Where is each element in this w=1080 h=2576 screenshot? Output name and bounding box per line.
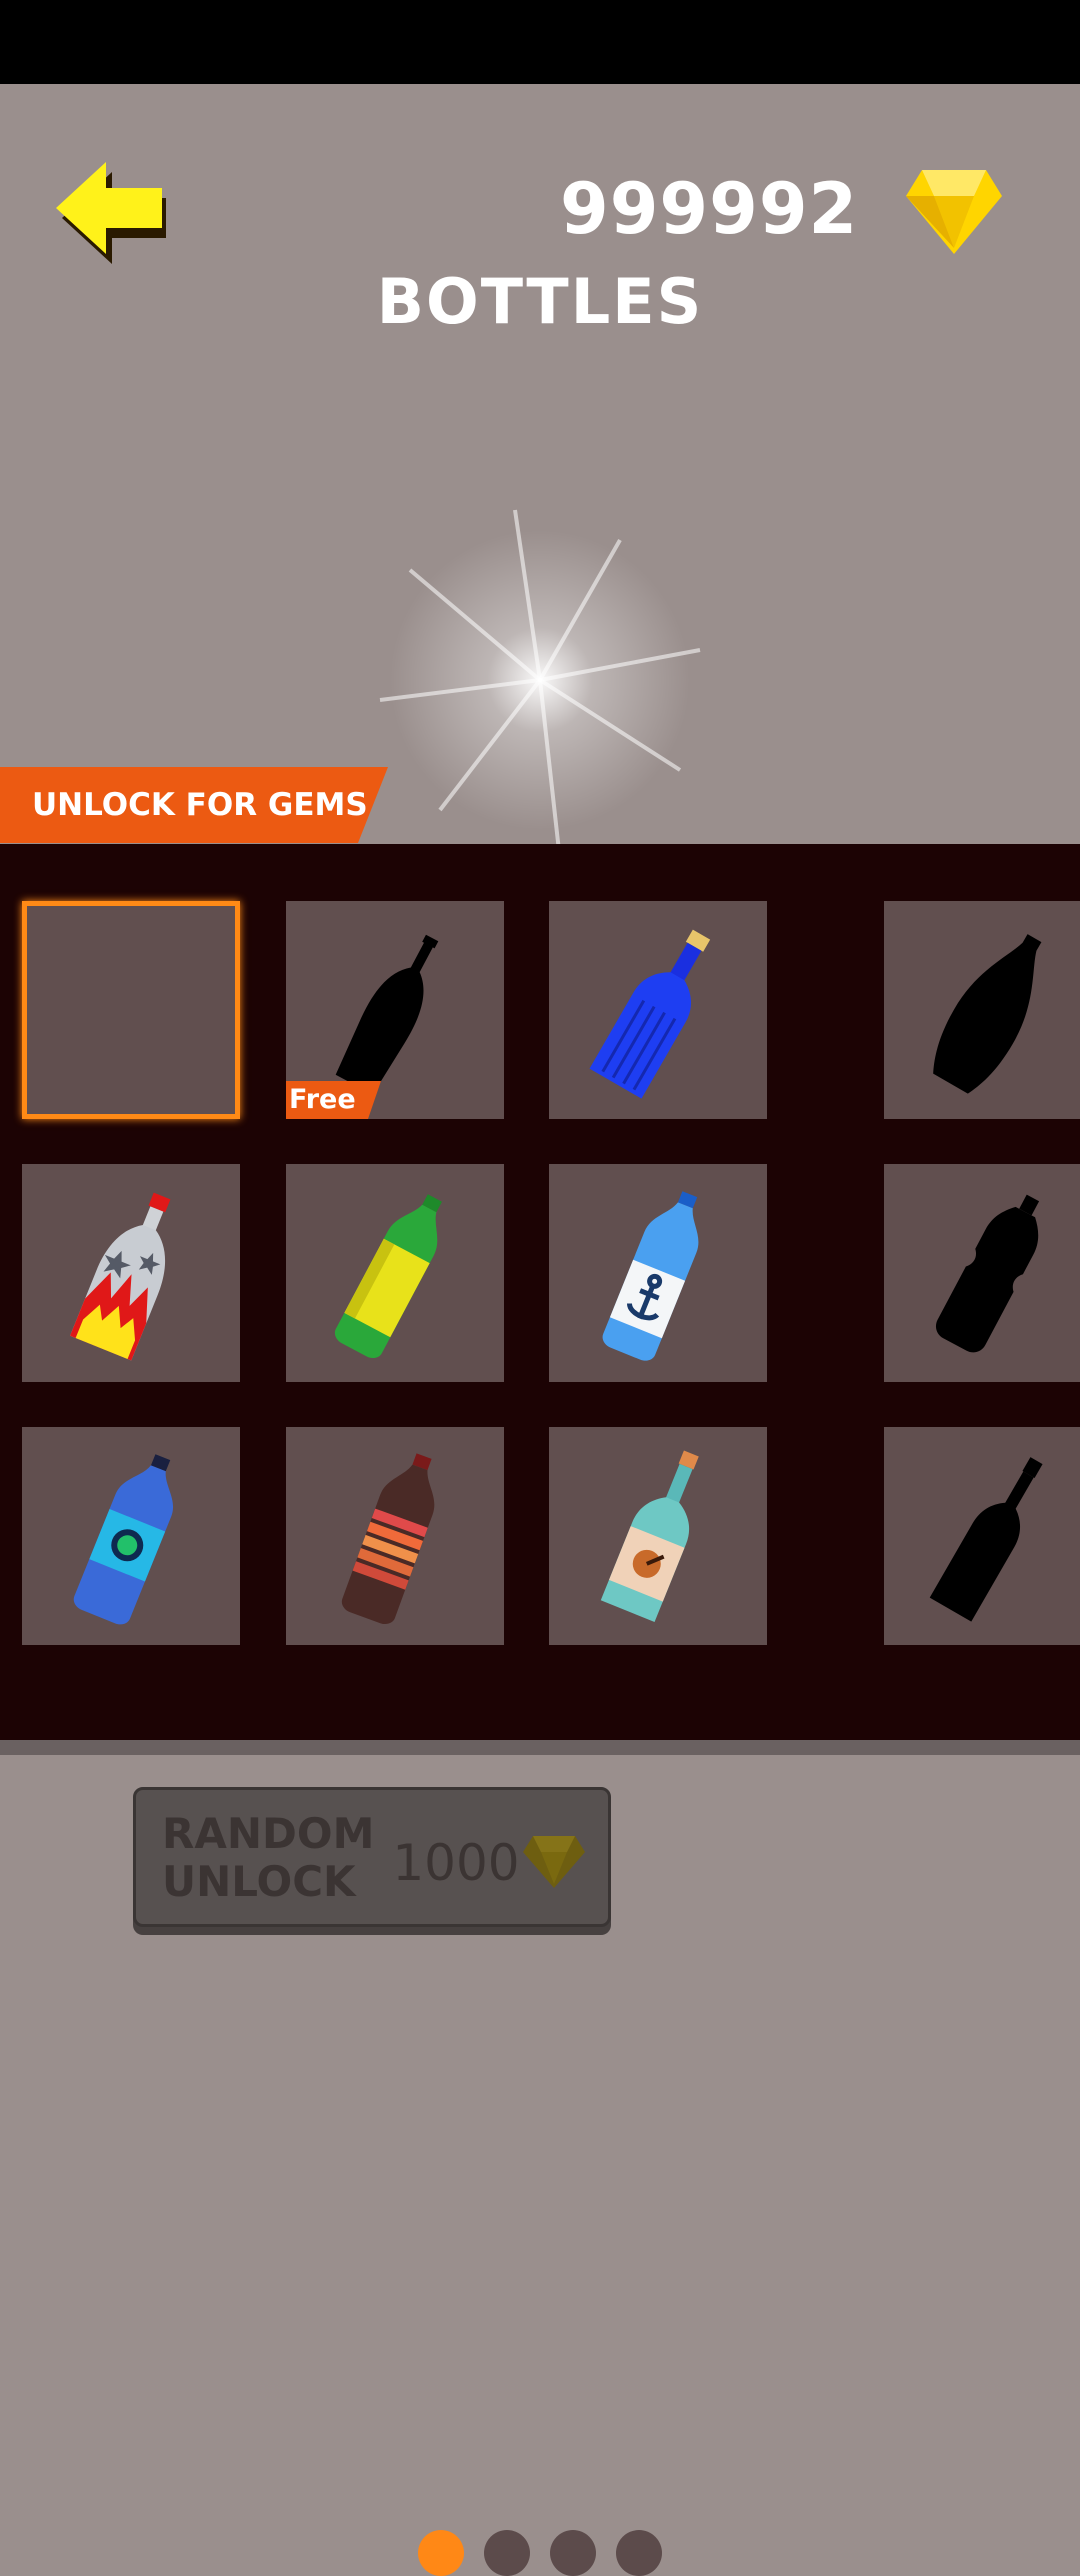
free-tag-label: Free bbox=[289, 1084, 356, 1115]
page-title: BOTTLES bbox=[376, 265, 704, 338]
anchor-water-bottle-icon bbox=[602, 1191, 699, 1361]
bottle-tile-empty[interactable] bbox=[22, 901, 240, 1119]
bottle-tile-blue-logo[interactable] bbox=[22, 1427, 240, 1645]
brown-striped-bottle-icon bbox=[341, 1453, 435, 1625]
blue-cork-bottle-icon bbox=[589, 929, 711, 1099]
gem-balance: 999992 bbox=[560, 168, 859, 250]
page-dot-1[interactable] bbox=[418, 2530, 464, 2576]
random-unlock-label: RANDOM UNLOCK bbox=[162, 1809, 375, 1906]
bottle-tile-blue-cork[interactable] bbox=[549, 901, 767, 1119]
locked-bottle-silhouette-icon bbox=[933, 934, 1042, 1094]
blue-logo-bottle-icon bbox=[73, 1454, 173, 1625]
bottle-tile-locked-bowling[interactable] bbox=[884, 901, 1080, 1119]
bottle-grid-panel: Free bbox=[0, 844, 1080, 2576]
unlock-banner-label: UNLOCK FOR GEMS bbox=[32, 787, 368, 823]
back-arrow-icon bbox=[56, 162, 166, 264]
free-tag: Free bbox=[286, 1081, 381, 1119]
back-arrow-button[interactable] bbox=[54, 152, 172, 270]
bottle-tile-brown-striped[interactable] bbox=[286, 1427, 504, 1645]
bottle-tile-teal-label[interactable] bbox=[549, 1427, 767, 1645]
bottle-tile-locked-wine[interactable]: Free bbox=[286, 901, 504, 1119]
rocket-flame-bottle-icon bbox=[70, 1192, 171, 1361]
page-dot-4[interactable] bbox=[616, 2530, 662, 2576]
page-dot-3[interactable] bbox=[550, 2530, 596, 2576]
page-dot-2[interactable] bbox=[484, 2530, 530, 2576]
bottle-tile-anchor[interactable] bbox=[549, 1164, 767, 1382]
locked-bottle-silhouette-icon bbox=[936, 1194, 1040, 1353]
gem-icon bbox=[904, 168, 1004, 258]
bottle-tile-rocket[interactable] bbox=[22, 1164, 240, 1382]
bottle-tile-locked-sports[interactable] bbox=[884, 1164, 1080, 1382]
bottle-tile-locked-slim[interactable] bbox=[884, 1427, 1080, 1645]
gem-icon bbox=[521, 1834, 587, 1890]
bottle-preview-glow bbox=[360, 480, 720, 880]
bottle-tile-yellow-soda[interactable] bbox=[286, 1164, 504, 1382]
unlock-for-gems-banner: UNLOCK FOR GEMS bbox=[0, 767, 388, 843]
yellow-soda-bottle-icon bbox=[334, 1194, 442, 1359]
random-unlock-price: 1000 bbox=[392, 1834, 520, 1892]
locked-bottle-silhouette-icon bbox=[929, 1457, 1043, 1622]
panel-divider bbox=[0, 1740, 1080, 1755]
random-unlock-button[interactable]: RANDOM UNLOCK 1000 bbox=[133, 1787, 611, 1927]
status-bar bbox=[0, 0, 1080, 84]
teal-label-bottle-icon bbox=[600, 1450, 699, 1622]
